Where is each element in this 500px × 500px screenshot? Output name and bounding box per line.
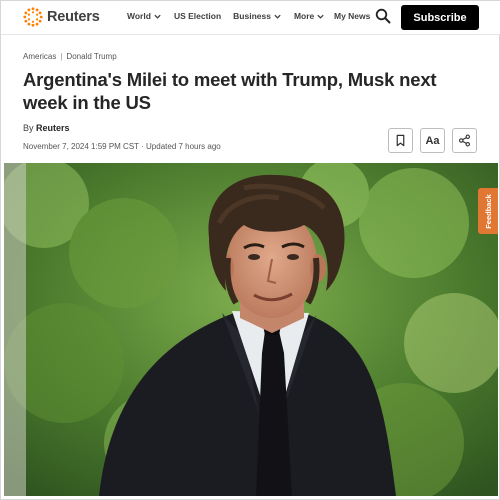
nav-us-election-label: US Election [173,11,222,21]
nav-world-label: World [127,11,151,21]
feedback-label: Feedback [483,193,493,229]
nav-business-label: Business [233,11,271,21]
page: Reuters World US Election Business More … [0,0,500,500]
hero-photo[interactable] [4,163,498,496]
text-size-button[interactable]: Aa [420,128,445,153]
text-size-label: Aa [425,134,440,147]
byline-prefix: By [23,123,34,133]
nav-more-label: More [293,11,315,21]
subscribe-button[interactable]: Subscribe [401,5,479,30]
nav-business[interactable]: Business [233,11,282,21]
byline: By Reuters [23,123,70,133]
chevron-down-icon [317,14,324,19]
chevron-down-icon [274,14,281,19]
photo-illustration [4,163,498,496]
dateline: November 7, 2024 1:59 PM CST · Updated 7… [23,142,221,151]
bookmark-icon [396,134,405,147]
nav-world[interactable]: World [127,11,162,21]
bookmark-button[interactable] [388,128,413,153]
nav-us-election[interactable]: US Election [174,11,221,21]
breadcrumb-donald-trump[interactable]: Donald Trump [66,52,116,61]
breadcrumb-separator: | [60,52,63,61]
my-news-link[interactable]: My News [334,11,370,21]
chevron-down-icon [154,14,161,19]
feedback-tab[interactable]: Feedback [478,188,498,234]
logo-text: Reuters [47,9,100,25]
main-nav: World US Election Business More [127,11,325,21]
search-icon[interactable] [375,8,391,24]
author-link[interactable]: Reuters [36,123,70,133]
article-title: Argentina's Milei to meet with Trump, Mu… [23,69,437,113]
site-header: Reuters World US Election Business More … [1,1,500,35]
reuters-dots-icon [23,7,43,27]
breadcrumb-americas[interactable]: Americas [23,52,56,61]
share-icon [459,134,470,147]
breadcrumb: Americas | Donald Trump [23,52,117,61]
share-button[interactable] [452,128,477,153]
nav-more[interactable]: More [294,11,325,21]
article-tools: Aa [388,128,477,153]
reuters-logo[interactable]: Reuters [23,7,100,27]
